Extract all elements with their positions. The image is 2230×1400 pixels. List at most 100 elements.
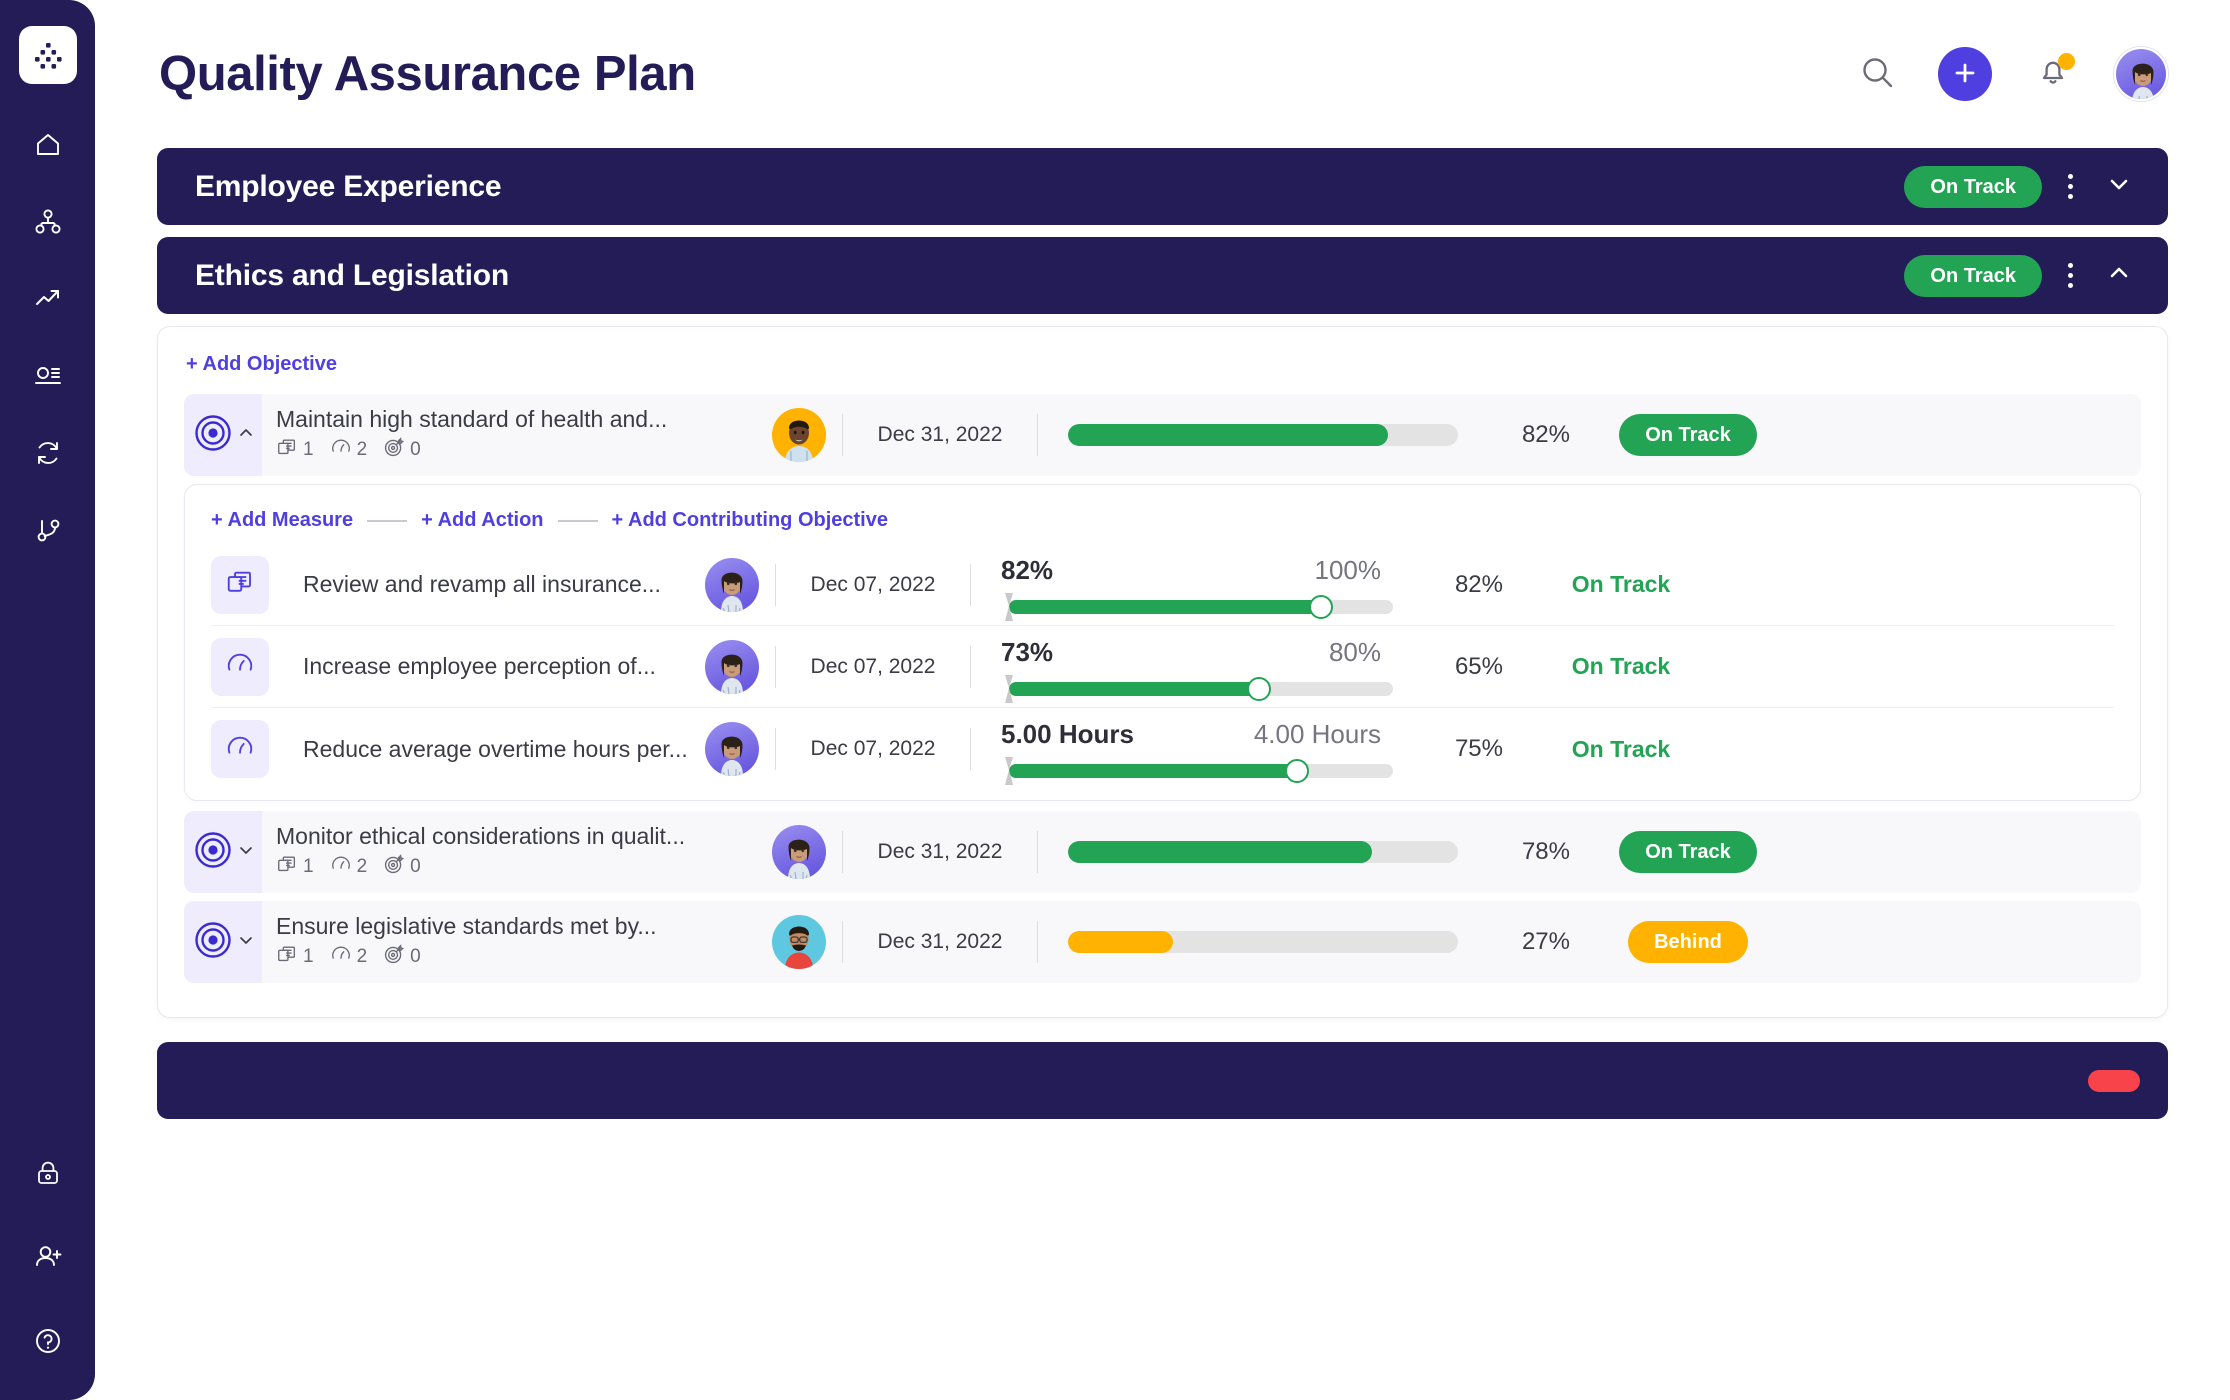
measures-sub-panel: + Add Measure + Add Action + Add Contrib… [184,484,2141,801]
section-expand-toggle[interactable] [2098,166,2140,208]
baseline-marker-icon [1001,673,1017,705]
sidebar-item-invite-user[interactable] [25,1234,71,1280]
measure-current-value: 73% [1001,636,1054,667]
measure-status: On Track [1521,653,1721,680]
sidebar-item-cycles[interactable] [25,430,71,476]
add-action-link[interactable]: + Add Action [421,509,543,532]
status-badge[interactable]: On Track [1619,831,1757,873]
slider-knob[interactable] [1285,759,1309,783]
dot [2067,194,2073,199]
measure-name: Increase employee perception of... [303,653,656,679]
sidebar-item-organisation[interactable] [25,199,71,245]
status-badge[interactable]: On Track [1904,254,2042,297]
lock-icon [33,1158,63,1188]
sidebar-item-reports[interactable] [25,353,71,399]
count-value: 2 [356,439,368,461]
sub-objectives-count: 0 [383,436,421,464]
section-controls [2088,1069,2140,1092]
objective-progress-label: 82% [1521,421,1570,448]
sidebar-item-home[interactable] [25,122,71,168]
divider [367,519,408,522]
sidebar-item-help[interactable] [25,1318,71,1364]
add-links: + Add Measure + Add Action + Add Contrib… [211,509,2114,532]
measure-owner[interactable] [689,639,775,694]
objective-expand-toggle[interactable] [184,394,262,476]
objective-due-date: Dec 31, 2022 [842,831,1038,873]
measure-owner[interactable] [689,722,775,776]
objective-owner[interactable] [756,408,842,462]
objective-row[interactable]: Ensure legislative standards met by... 1… [184,901,2141,983]
measure-progress-label: 75% [1454,735,1503,762]
section-collapse-toggle[interactable] [2098,255,2140,297]
progress-fill [1068,424,1388,446]
objective-meta: 1 2 0 [276,853,756,881]
app-logo[interactable] [18,26,77,84]
measure-type-icon-button[interactable] [211,555,269,614]
progress-track [1068,424,1458,446]
slider-labels: 73% 80% [1001,637,1381,668]
objective-name: Ensure legislative standards met by... [276,912,657,939]
objective-expand-toggle[interactable] [184,901,262,983]
section-header-employee-experience[interactable]: Employee Experience On Track [157,148,2168,225]
measure-row[interactable]: Increase employee perception of... Dec 0… [211,626,2114,708]
page-header: Quality Assurance Plan [135,0,2190,148]
measure-current-value: 5.00 Hours [1001,719,1134,749]
measure-row[interactable]: Review and revamp all insurance... Dec 0… [211,544,2114,626]
gauge-icon [330,853,352,881]
sidebar-item-performance[interactable] [25,276,71,322]
slider-control[interactable] [1001,755,1393,785]
measure-type-icon-button[interactable] [211,637,269,696]
slider-control[interactable] [1001,673,1393,703]
section-header-next[interactable] [157,1042,2168,1119]
baseline-marker-icon [1001,591,1017,623]
objective-text-column: Monitor ethical considerations in qualit… [276,823,756,881]
status-badge[interactable] [2088,1069,2140,1092]
status-badge[interactable]: On Track [1904,165,2042,208]
progress-track [1068,841,1458,863]
branch-icon [32,514,64,546]
measure-target-value: 80% [1328,636,1381,667]
add-measure-link[interactable]: + Add Measure [211,509,353,532]
slider-control[interactable] [1001,591,1393,621]
search-button[interactable] [1854,51,1900,97]
section-more-menu-button[interactable] [2052,166,2088,208]
slider-knob[interactable] [1309,594,1333,619]
target-icon [192,412,234,459]
measure-target-value: 4.00 Hours [1253,719,1381,749]
objective-owner[interactable] [756,915,842,969]
target-icon [383,943,405,971]
objective-row[interactable]: Maintain high standard of health and... [184,394,2141,476]
objective-owner[interactable] [756,825,842,879]
status-badge[interactable]: Behind [1628,921,1748,963]
plus-icon [1951,59,1979,90]
notifications-button[interactable] [2030,51,2076,97]
document-icon [225,567,255,602]
objective-expand-toggle[interactable] [184,811,262,893]
measure-slider: 82% 100% [971,544,1393,626]
add-button[interactable] [1938,47,1992,101]
document-icon [276,853,298,881]
measures-count: 2 [330,436,368,464]
objective-row[interactable]: Monitor ethical considerations in qualit… [184,811,2141,893]
measure-row[interactable]: Reduce average overtime hours per... Dec… [211,708,2114,790]
objective-due-date: Dec 31, 2022 [842,414,1038,456]
count-value: 2 [356,946,368,968]
status-badge[interactable]: On Track [1619,414,1757,456]
objective-name: Maintain high standard of health and... [276,405,668,432]
slider-knob[interactable] [1247,676,1271,701]
add-contributing-objective-link[interactable]: + Add Contributing Objective [612,509,888,532]
section-header-ethics-and-legislation[interactable]: Ethics and Legislation On Track [157,237,2168,314]
measure-name: Review and revamp all insurance... [303,571,661,597]
avatar [772,408,826,462]
gauge-icon [330,943,352,971]
section-more-menu-button[interactable] [2052,255,2088,297]
count-value: 2 [356,856,368,878]
slider-labels: 82% 100% [1001,555,1381,586]
sidebar-item-security[interactable] [25,1150,71,1196]
measure-type-icon-button[interactable] [211,720,269,778]
sidebar-item-workflows[interactable] [25,507,71,553]
add-objective-link[interactable]: + Add Objective [186,353,337,376]
documents-count: 1 [276,853,314,881]
avatar[interactable] [2114,47,2168,101]
measure-owner[interactable] [689,557,775,612]
